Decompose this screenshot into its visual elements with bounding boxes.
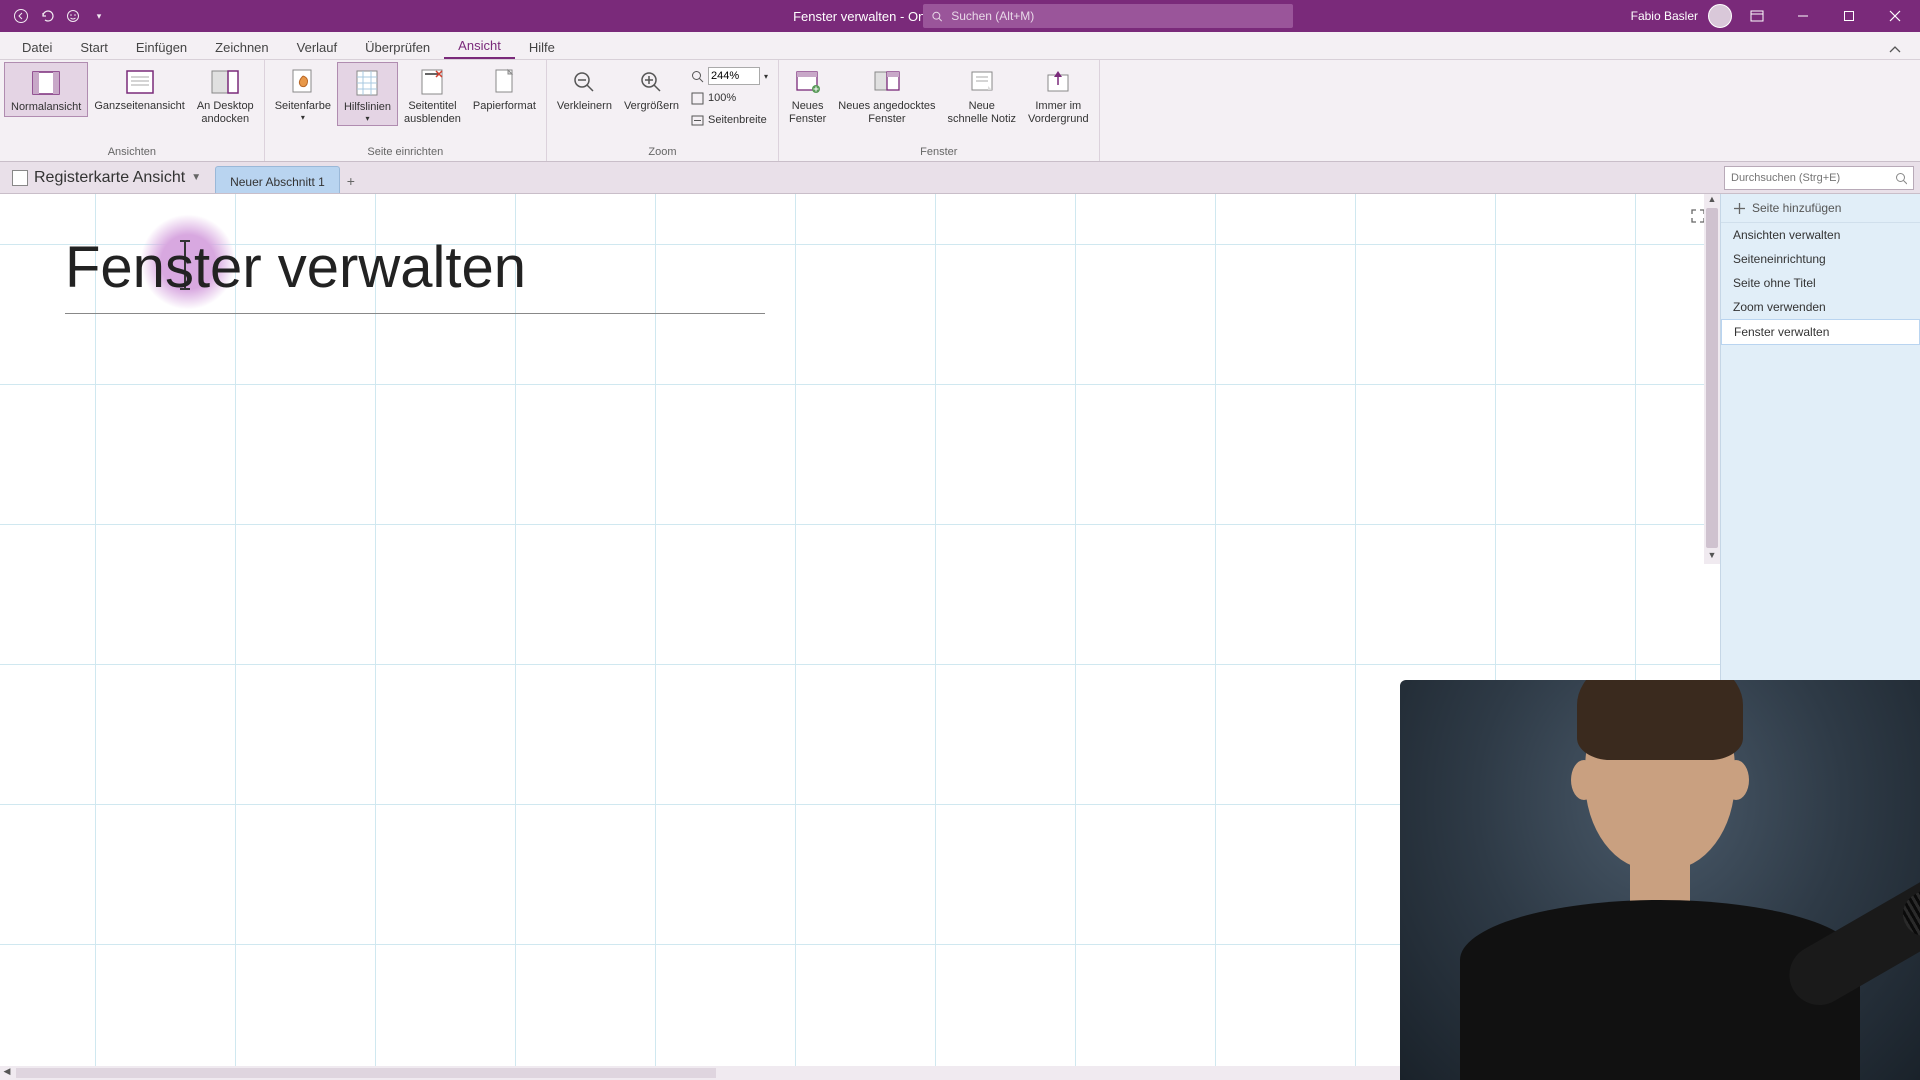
tab-zeichnen[interactable]: Zeichnen xyxy=(201,35,282,59)
immer-im-vordergrund-button[interactable]: Immer im Vordergrund xyxy=(1022,62,1095,127)
group-label-zoom: Zoom xyxy=(648,144,676,161)
notebook-dropdown[interactable]: Registerkarte Ansicht ▼ xyxy=(0,162,215,193)
ribbon-group-fenster: Neues Fenster Neues angedocktes Fenster … xyxy=(779,60,1100,161)
tab-datei[interactable]: Datei xyxy=(8,35,66,59)
section-tab[interactable]: Neuer Abschnitt 1 xyxy=(215,166,340,193)
tab-hilfe[interactable]: Hilfe xyxy=(515,35,569,59)
user-avatar[interactable] xyxy=(1708,4,1732,28)
ribbon: Normalansicht Ganzseitenansicht An Deskt… xyxy=(0,60,1920,162)
hscroll-track[interactable] xyxy=(16,1068,716,1078)
notebook-bar: Registerkarte Ansicht ▼ Neuer Abschnitt … xyxy=(0,162,1920,194)
tab-ansicht[interactable]: Ansicht xyxy=(444,33,515,59)
ribbon-display-icon[interactable] xyxy=(1736,0,1778,32)
maximize-button[interactable] xyxy=(1828,0,1870,32)
group-label-fenster: Fenster xyxy=(920,144,957,161)
always-on-top-icon xyxy=(1042,66,1074,98)
presenter-figure xyxy=(1460,680,1860,1080)
page-color-icon xyxy=(287,66,319,98)
back-icon[interactable] xyxy=(12,7,30,25)
undo-icon[interactable] xyxy=(38,7,56,25)
scroll-down-icon[interactable]: ▼ xyxy=(1704,550,1720,564)
hide-title-icon xyxy=(416,66,448,98)
add-section-button[interactable]: + xyxy=(340,168,362,193)
fullpage-view-icon xyxy=(124,66,156,98)
webcam-overlay xyxy=(1400,680,1920,1080)
search-icon xyxy=(1895,172,1907,185)
zoom-out-icon xyxy=(568,66,600,98)
group-label-seite: Seite einrichten xyxy=(367,144,443,161)
page-item-1[interactable]: Seiteneinrichtung xyxy=(1721,247,1920,271)
touch-mode-icon[interactable] xyxy=(64,7,82,25)
scroll-up-icon[interactable]: ▲ xyxy=(1704,194,1720,208)
tab-ueberpruefen[interactable]: Überprüfen xyxy=(351,35,444,59)
zoom-100-icon xyxy=(691,92,704,105)
verkleinern-button[interactable]: Verkleinern xyxy=(551,62,618,115)
collapse-ribbon-icon[interactable] xyxy=(1882,41,1908,59)
title-underline xyxy=(65,313,765,314)
page-title[interactable]: Fenster verwalten xyxy=(65,234,765,301)
normal-view-icon xyxy=(30,67,62,99)
vertical-scrollbar[interactable]: ▲ ▼ xyxy=(1704,194,1720,564)
minimize-button[interactable] xyxy=(1782,0,1824,32)
plus-icon xyxy=(1733,202,1746,215)
notebook-icon xyxy=(12,170,28,186)
an-desktop-andocken-button[interactable]: An Desktop andocken xyxy=(191,62,260,127)
neues-angedocktes-fenster-button[interactable]: Neues angedocktes Fenster xyxy=(832,62,941,127)
search-box[interactable] xyxy=(923,4,1293,28)
ribbon-group-ansichten: Normalansicht Ganzseitenansicht An Deskt… xyxy=(0,60,265,161)
user-name[interactable]: Fabio Basler xyxy=(1631,9,1698,23)
tab-verlauf[interactable]: Verlauf xyxy=(283,35,351,59)
dock-desktop-icon xyxy=(209,66,241,98)
close-button[interactable] xyxy=(1874,0,1916,32)
title-bar: ▾ Fenster verwalten - OneNote Fabio Basl… xyxy=(0,0,1920,32)
navigation-search[interactable] xyxy=(1724,166,1914,190)
new-window-icon xyxy=(792,66,824,98)
tab-einfuegen[interactable]: Einfügen xyxy=(122,35,201,59)
page-item-0[interactable]: Ansichten verwalten xyxy=(1721,223,1920,247)
tab-start[interactable]: Start xyxy=(66,35,121,59)
page-item-4[interactable]: Fenster verwalten xyxy=(1721,319,1920,345)
menu-bar: Datei Start Einfügen Zeichnen Verlauf Üb… xyxy=(0,32,1920,60)
hilfslinien-button[interactable]: Hilfslinien ▾ xyxy=(337,62,398,126)
neue-schnelle-notiz-button[interactable]: Neue schnelle Notiz xyxy=(942,62,1022,127)
search-input[interactable] xyxy=(951,9,1285,23)
zoom-input[interactable] xyxy=(708,67,760,85)
quick-note-icon xyxy=(966,66,998,98)
ganzseitenansicht-button[interactable]: Ganzseitenansicht xyxy=(88,62,191,115)
zoom-value-row[interactable]: ▾ xyxy=(691,66,768,86)
zoom-100-button[interactable]: 100% xyxy=(691,88,768,108)
notebook-name-label: Registerkarte Ansicht xyxy=(34,169,185,187)
zoom-options: ▾ 100% Seitenbreite xyxy=(685,62,774,134)
scroll-left-icon[interactable]: ◀ xyxy=(0,1066,14,1080)
zoom-in-icon xyxy=(635,66,667,98)
page-item-2[interactable]: Seite ohne Titel xyxy=(1721,271,1920,295)
scroll-thumb[interactable] xyxy=(1706,208,1718,548)
normalansicht-button[interactable]: Normalansicht xyxy=(4,62,88,117)
seitenfarbe-button[interactable]: Seitenfarbe ▾ xyxy=(269,62,337,124)
zoom-value-icon xyxy=(691,70,704,83)
group-label-ansichten: Ansichten xyxy=(108,144,156,161)
paper-size-icon xyxy=(488,66,520,98)
quick-access-toolbar: ▾ xyxy=(0,7,108,25)
vergroessern-button[interactable]: Vergrößern xyxy=(618,62,685,115)
neues-fenster-button[interactable]: Neues Fenster xyxy=(783,62,832,127)
ribbon-group-seite: Seitenfarbe ▾ Hilfslinien ▾ Seitentitel … xyxy=(265,60,547,161)
papierformat-button[interactable]: Papierformat xyxy=(467,62,542,115)
page-width-icon xyxy=(691,114,704,127)
doc-title: Fenster verwalten xyxy=(793,9,896,24)
page-title-container[interactable]: Fenster verwalten xyxy=(65,234,765,314)
ribbon-group-zoom: Verkleinern Vergrößern ▾ 100% Seiten xyxy=(547,60,779,161)
page-item-3[interactable]: Zoom verwenden xyxy=(1721,295,1920,319)
titlebar-right: Fabio Basler xyxy=(1631,0,1920,32)
nav-search-input[interactable] xyxy=(1731,172,1895,184)
zoom-pagewidth-button[interactable]: Seitenbreite xyxy=(691,110,768,130)
docked-window-icon xyxy=(871,66,903,98)
add-page-button[interactable]: Seite hinzufügen xyxy=(1721,194,1920,223)
guidelines-icon xyxy=(351,67,383,99)
chevron-down-icon: ▼ xyxy=(191,172,201,183)
qat-customize-icon[interactable]: ▾ xyxy=(90,7,108,25)
search-icon xyxy=(931,10,943,23)
seitentitel-ausblenden-button[interactable]: Seitentitel ausblenden xyxy=(398,62,467,127)
